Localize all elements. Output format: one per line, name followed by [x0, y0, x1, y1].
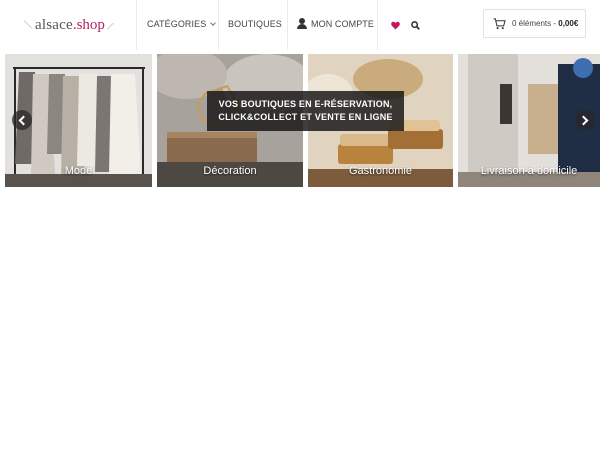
site-header: alsace . shop CATÉGORIES BOUTIQUES MON C… [0, 0, 600, 50]
slider-next-button[interactable] [575, 110, 595, 130]
user-icon [297, 18, 307, 29]
heart-icon[interactable] [391, 21, 400, 30]
logo-suffix: shop [76, 16, 105, 33]
tile-label: Décoration [203, 165, 257, 177]
cart-summary: 0 éléments - 0,00€ [512, 19, 578, 28]
logo-mark-left [22, 18, 34, 32]
cart-button[interactable]: 0 éléments - 0,00€ [483, 9, 586, 38]
chevron-down-icon [210, 19, 217, 26]
logo-text: alsace [35, 16, 73, 33]
banner-line-1: VOS BOUTIQUES EN E-RÉSERVATION, [218, 99, 393, 109]
nav-boutiques-label: BOUTIQUES [228, 19, 282, 29]
nav-boutiques[interactable]: BOUTIQUES [228, 19, 282, 29]
nav-account-label: MON COMPTE [311, 18, 374, 29]
search-icon[interactable] [411, 21, 420, 30]
cart-icon [493, 17, 506, 29]
nav-categories[interactable]: CATÉGORIES [147, 19, 217, 29]
category-slider: Mode Décoration Gastronomie Livraison à … [0, 54, 600, 187]
slider-prev-button[interactable] [12, 110, 32, 130]
tile-label: Livraison à domicile [480, 165, 578, 177]
cart-item-count: 0 éléments - [512, 19, 559, 28]
hero-banner: VOS BOUTIQUES EN E-RÉSERVATION, CLICK&CO… [207, 91, 404, 131]
divider [218, 0, 219, 50]
divider [377, 0, 378, 50]
divider [287, 0, 288, 50]
cart-total: 0,00€ [558, 19, 579, 28]
logo-mark-right [105, 18, 115, 32]
nav-account[interactable]: MON COMPTE [297, 18, 374, 29]
divider [136, 0, 137, 50]
site-logo[interactable]: alsace . shop [22, 15, 115, 35]
banner-line-2: CLICK&COLLECT ET VENTE EN LIGNE [218, 112, 393, 122]
nav-categories-label: CATÉGORIES [147, 19, 207, 29]
tile-label: Mode [64, 165, 93, 177]
tile-label: Gastronomie [349, 165, 412, 177]
